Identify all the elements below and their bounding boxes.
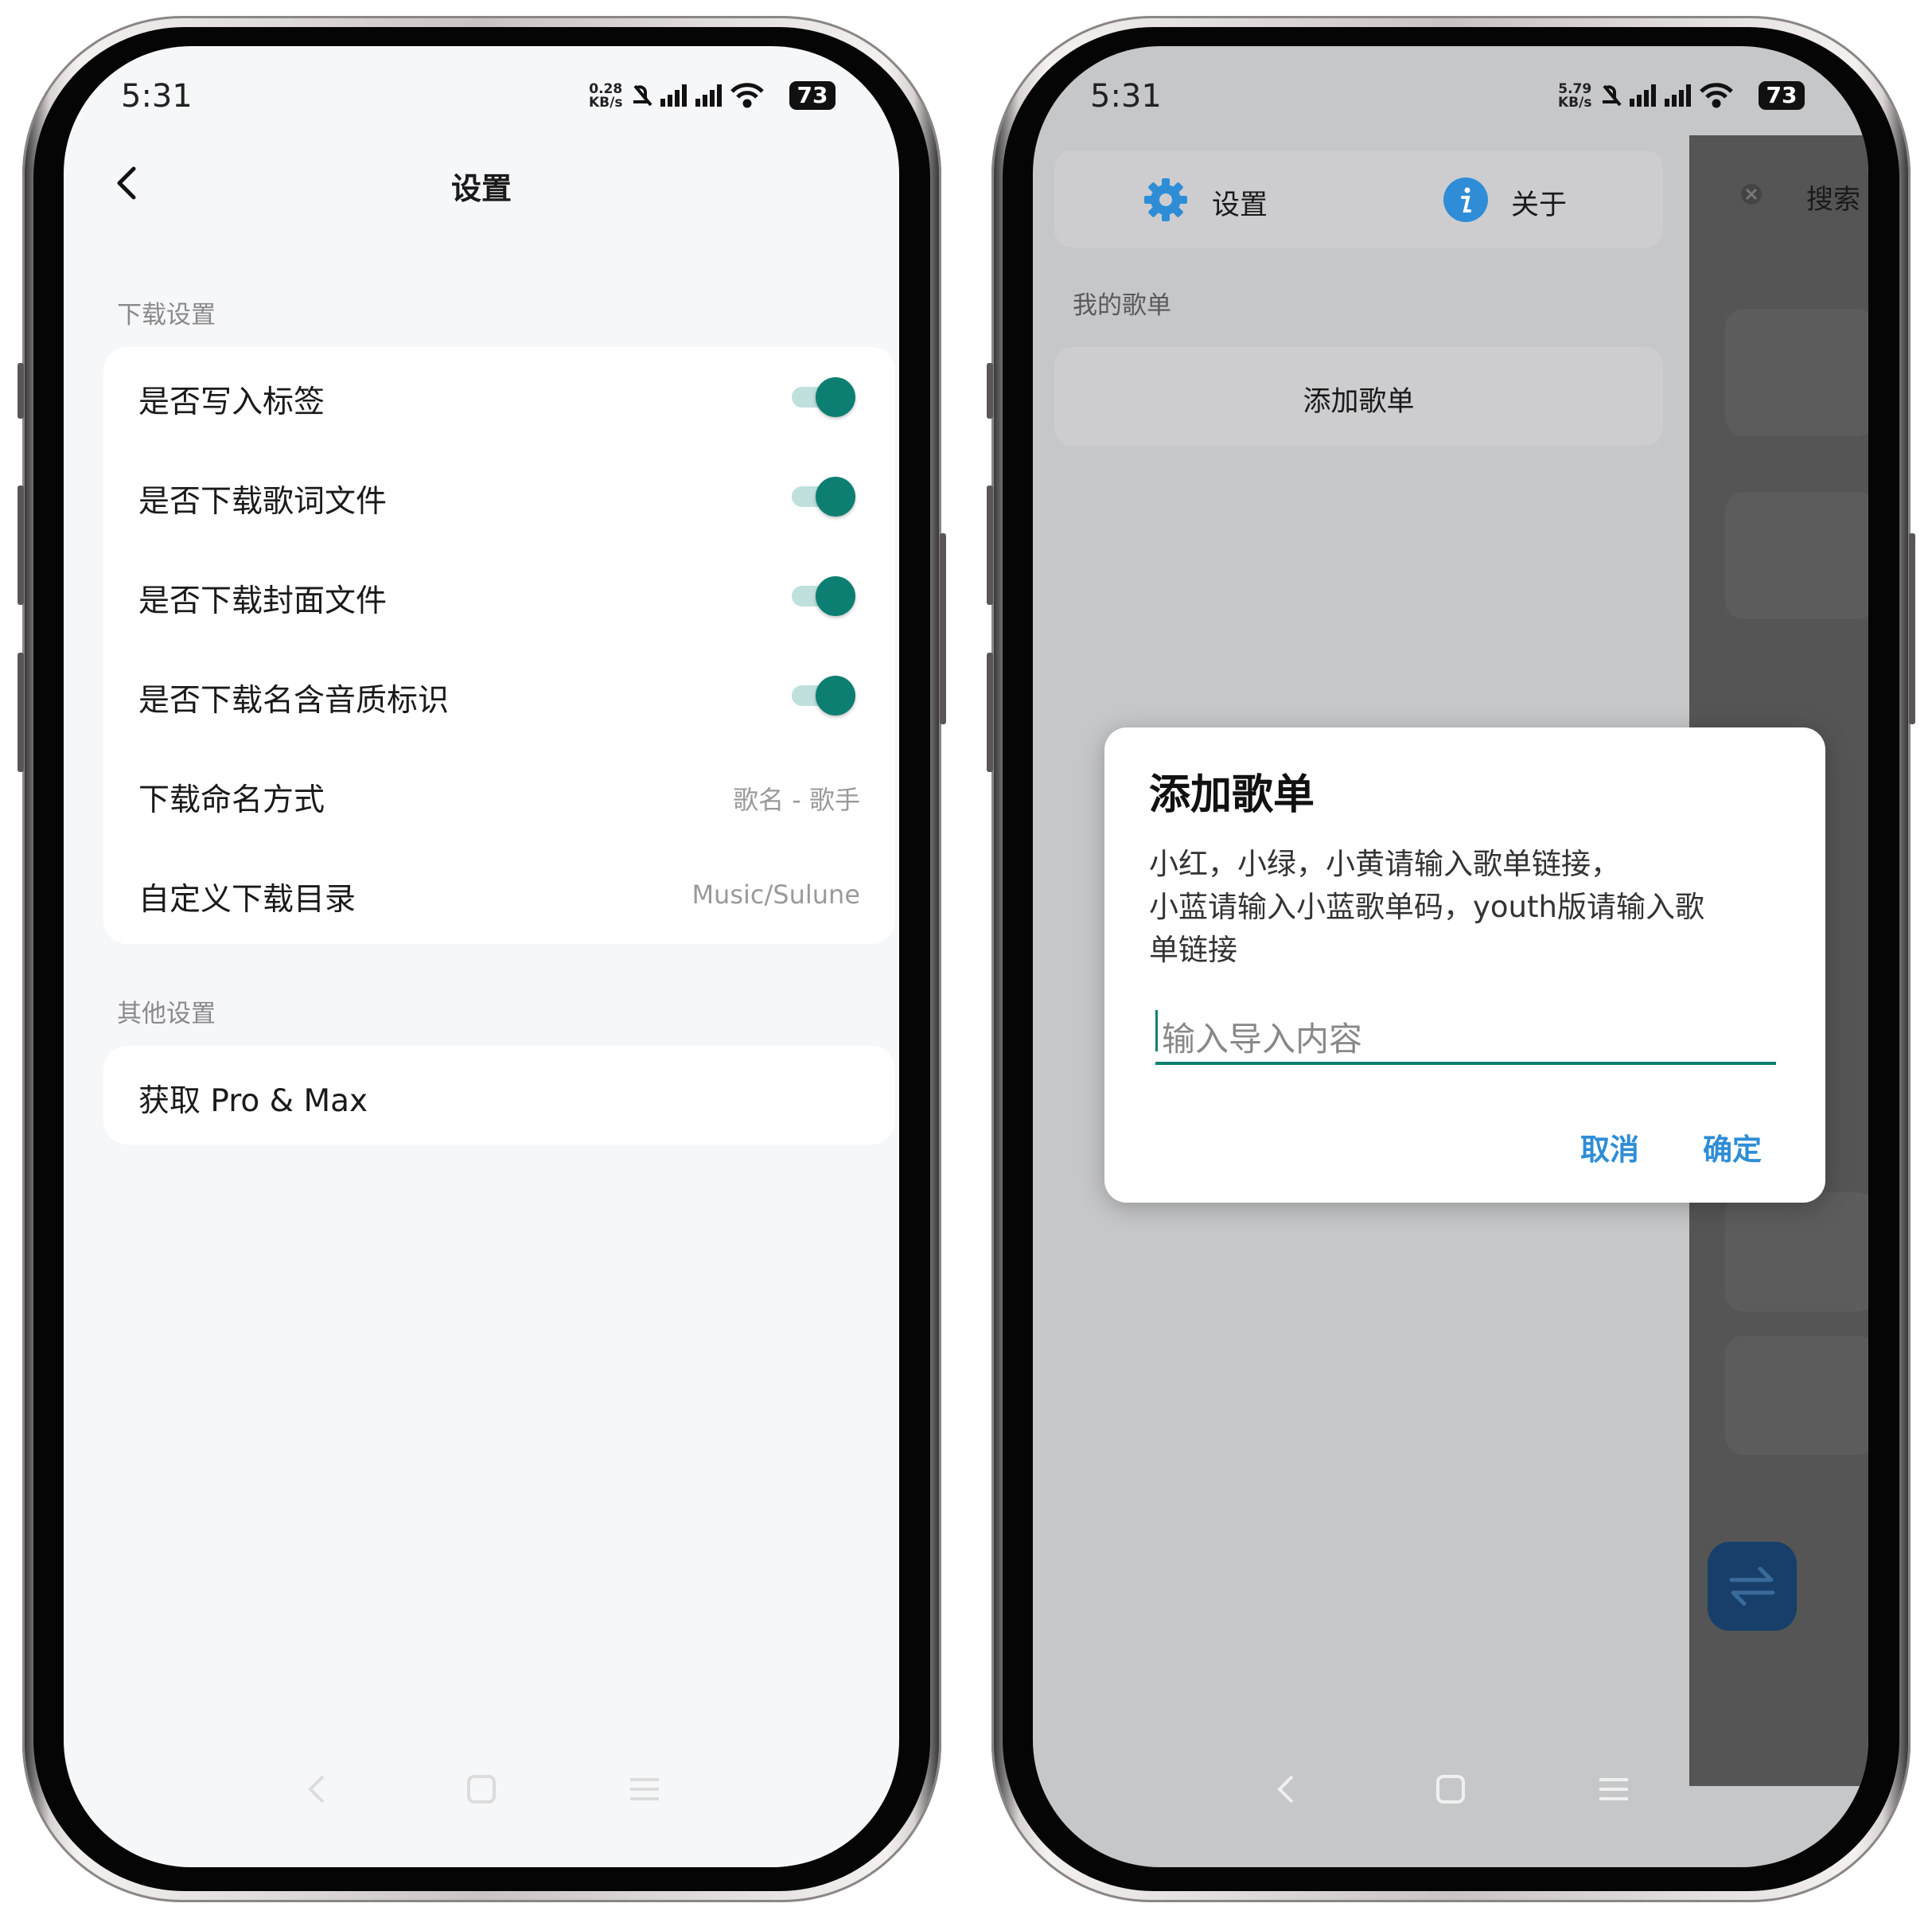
settings-screen: 5:31 0.28 KB/s 73 设置 下载设置 是否写入标签 是否下载歌词文… (64, 46, 899, 1867)
setting-row-download-lyrics[interactable]: 是否下载歌词文件 (103, 447, 895, 545)
tab-settings[interactable]: 设置 (1134, 150, 1309, 248)
nav-menu-icon[interactable] (1590, 1765, 1638, 1813)
cancel-button[interactable]: 取消 (1580, 1125, 1639, 1168)
setting-row-write-tags[interactable]: 是否写入标签 (103, 347, 895, 446)
battery-icon: 73 (789, 81, 836, 110)
dimmed-list-item (1725, 1192, 1868, 1312)
wifi-icon (730, 83, 764, 108)
setting-row-download-cover[interactable]: 是否下载封面文件 (103, 546, 895, 645)
toggle-download-lyrics[interactable] (789, 477, 855, 517)
status-time: 5:31 (121, 78, 193, 115)
text-caret (1155, 1010, 1158, 1051)
dialog-title: 添加歌单 (1149, 771, 1315, 819)
section-label-download: 下载设置 (117, 301, 216, 330)
confirm-button[interactable]: 确定 (1703, 1125, 1762, 1168)
network-speed-unit: KB/s (589, 95, 623, 111)
setting-row-quality-tag[interactable]: 是否下载名含音质标识 (103, 645, 895, 744)
signal-icon (660, 84, 687, 107)
signal-icon-2 (695, 84, 722, 107)
setting-label: 是否下载封面文件 (138, 583, 388, 619)
dimmed-list-item (1725, 309, 1868, 436)
toggle-quality-tag[interactable] (789, 676, 855, 716)
tab-about-label: 关于 (1511, 189, 1568, 221)
mute-icon (1603, 84, 1622, 107)
setting-label: 自定义下载目录 (138, 882, 356, 918)
status-icons (1603, 83, 1733, 108)
dimmed-list-item (1725, 492, 1868, 619)
setting-row-naming[interactable]: 下载命名方式 歌名 - 歌手 (103, 745, 895, 844)
side-button (18, 363, 24, 419)
setting-label: 获取 Pro & Max (138, 1083, 368, 1119)
add-playlist-label: 添加歌单 (1303, 386, 1415, 418)
power-button (940, 533, 946, 724)
status-icons (633, 83, 764, 108)
volume-up-button (18, 486, 24, 605)
network-speed: 5.79 KB/s (1558, 83, 1591, 110)
wifi-icon (1700, 83, 1733, 108)
setting-label: 是否写入标签 (138, 384, 325, 420)
setting-value-download-dir: Music/Sulune (691, 879, 860, 910)
dialog-message: 小红，小绿，小黄请输入歌单链接， 小蓝请输入小蓝歌单码，youth版请输入歌 单… (1149, 843, 1802, 972)
tab-about[interactable]: 关于 (1428, 150, 1603, 248)
add-playlist-dialog: 添加歌单 小红，小绿，小黄请输入歌单链接， 小蓝请输入小蓝歌单码，youth版请… (1104, 727, 1825, 1203)
setting-label: 下载命名方式 (138, 782, 325, 818)
search-button[interactable]: 搜索 (1806, 177, 1860, 216)
system-nav-bar (64, 1765, 899, 1821)
status-time: 5:31 (1090, 78, 1162, 115)
setting-value-naming: 歌名 - 歌手 (733, 785, 860, 815)
status-bar: 5:31 0.28 KB/s 73 (64, 46, 899, 134)
nav-home-icon[interactable] (458, 1765, 505, 1813)
volume-down-button (18, 653, 24, 772)
info-icon (1443, 177, 1488, 222)
power-button (1909, 533, 1915, 724)
drawer-tab-bar: 设置 关于 (1054, 150, 1663, 248)
nav-home-icon[interactable] (1427, 1765, 1474, 1813)
setting-label: 是否下载歌词文件 (138, 484, 388, 520)
dialog-message-line: 小蓝请输入小蓝歌单码，youth版请输入歌 (1149, 890, 1704, 924)
nav-back-icon[interactable] (1264, 1765, 1311, 1813)
my-playlists-label: 我的歌单 (1073, 291, 1171, 320)
swap-arrows-icon (1729, 1566, 1775, 1606)
input-placeholder: 输入导入内容 (1162, 1020, 1363, 1059)
volume-down-button (987, 653, 993, 772)
page-title: 设置 (450, 171, 512, 206)
tab-settings-label: 设置 (1212, 189, 1268, 221)
setting-label: 是否下载名含音质标识 (138, 683, 450, 719)
system-nav-bar (1033, 1765, 1868, 1821)
dimmed-list-item (1725, 1336, 1868, 1455)
dialog-message-line: 小红，小绿，小黄请输入歌单链接， (1149, 847, 1620, 881)
mute-icon (633, 84, 652, 107)
status-bar: 5:31 5.79 KB/s 73 (1033, 46, 1868, 134)
side-button (987, 363, 993, 419)
clear-search-icon[interactable] (1739, 182, 1763, 206)
download-settings-card: 是否写入标签 是否下载歌词文件 是否下载封面文件 是否下载名含音质标识 下载命名… (103, 347, 895, 944)
add-playlist-button[interactable]: 添加歌单 (1054, 347, 1663, 446)
signal-icon (1630, 84, 1656, 107)
gear-icon (1144, 178, 1187, 221)
toggle-write-tags[interactable] (789, 377, 855, 417)
toggle-download-cover[interactable] (789, 576, 855, 616)
nav-back-icon[interactable] (294, 1765, 342, 1813)
battery-icon: 73 (1759, 81, 1805, 110)
nav-menu-icon[interactable] (621, 1765, 668, 1813)
phone-frame-right: 搜索 5:31 5.79 KB/s 73 设置 关于 我的歌单 添加歌单 添加歌… (987, 16, 1915, 1902)
dialog-message-line: 单链接 (1149, 933, 1237, 967)
network-speed-unit: KB/s (1558, 95, 1592, 111)
setting-row-get-pro[interactable]: 获取 Pro & Max (103, 1046, 895, 1145)
section-label-other: 其他设置 (117, 1000, 216, 1028)
volume-up-button (987, 486, 993, 605)
setting-row-download-dir[interactable]: 自定义下载目录 Music/Sulune (103, 844, 895, 943)
switch-fab[interactable] (1708, 1542, 1797, 1631)
signal-icon-2 (1665, 84, 1691, 107)
drawer-screen: 搜索 5:31 5.79 KB/s 73 设置 关于 我的歌单 添加歌单 添加歌… (1033, 46, 1868, 1867)
phone-frame-left: 5:31 0.28 KB/s 73 设置 下载设置 是否写入标签 是否下载歌词文… (18, 16, 946, 1902)
other-settings-card: 获取 Pro & Max (103, 1046, 895, 1145)
network-speed: 0.28 KB/s (589, 83, 622, 110)
